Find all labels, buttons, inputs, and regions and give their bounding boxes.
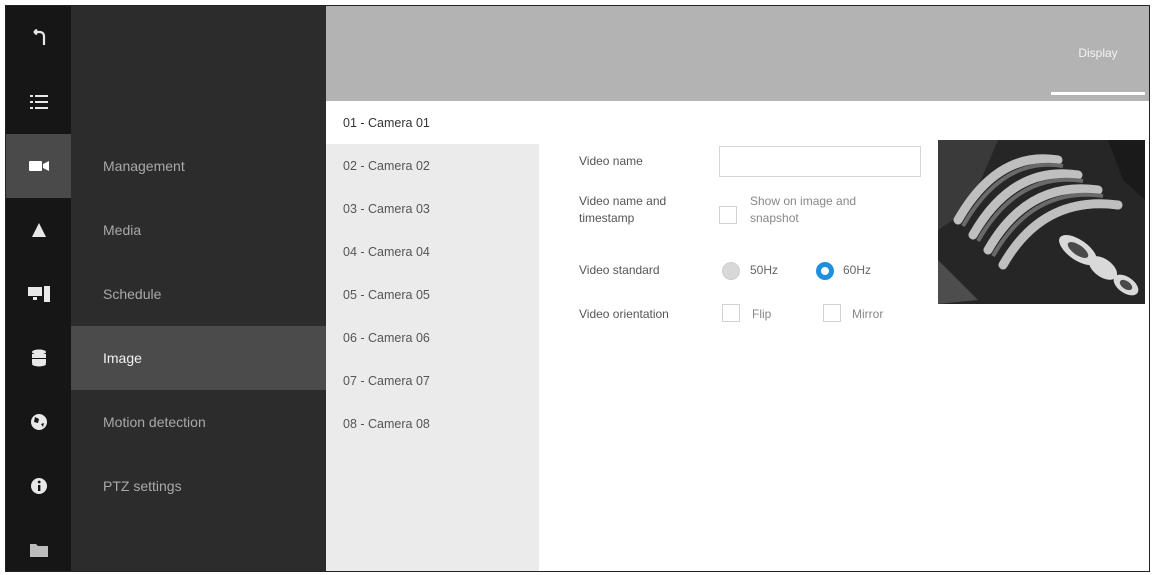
storage-icon [31, 349, 47, 367]
camera-list-item[interactable]: 07 - Camera 07 [326, 359, 539, 402]
network-icon [30, 413, 48, 431]
camera-list-item[interactable]: 05 - Camera 05 [326, 273, 539, 316]
video-name-label: Video name [579, 154, 643, 168]
rail-back[interactable] [6, 6, 71, 70]
video-orientation-label: Video orientation [579, 307, 669, 321]
camera-list: 01 - Camera 01 02 - Camera 02 03 - Camer… [326, 101, 539, 571]
show-timestamp-option-line2: snapshot [750, 211, 799, 225]
show-timestamp-option-line1: Show on image and [750, 194, 857, 208]
camera-list-item[interactable]: 03 - Camera 03 [326, 187, 539, 230]
active-tab-indicator [1051, 92, 1145, 95]
flip-checkbox[interactable] [722, 304, 740, 322]
mirror-checkbox[interactable] [823, 304, 841, 322]
camera-list-item[interactable]: 06 - Camera 06 [326, 316, 539, 359]
timestamp-label-line2: timestamp [579, 211, 635, 225]
timestamp-label: Video name and timestamp [579, 193, 666, 227]
camera-preview-graphic [938, 140, 1145, 304]
camera-list-item[interactable]: 04 - Camera 04 [326, 230, 539, 273]
flip-label: Flip [752, 307, 772, 321]
tab-display[interactable]: Display [1051, 36, 1145, 98]
radio-50hz-label: 50Hz [750, 263, 779, 277]
tab-display-label: Display [1078, 46, 1118, 60]
rail-network[interactable] [6, 390, 71, 454]
camera-preview-image [938, 140, 1145, 304]
video-standard-label: Video standard [579, 263, 660, 277]
settings-menu: Management Media Schedule Image Motion d… [71, 6, 326, 571]
menu-item-management[interactable]: Management [71, 134, 326, 198]
rail-info[interactable] [6, 454, 71, 518]
show-timestamp-option-label: Show on image and snapshot [750, 193, 856, 227]
rail-alarm[interactable] [6, 198, 71, 262]
menu-item-schedule[interactable]: Schedule [71, 262, 326, 326]
top-bar: Display [326, 6, 1149, 101]
folder-icon [29, 543, 48, 557]
video-name-input[interactable] [719, 146, 921, 177]
mirror-label: Mirror [852, 307, 884, 321]
camera-list-item[interactable]: 01 - Camera 01 [326, 101, 539, 144]
radio-50hz[interactable] [722, 262, 740, 280]
radio-60hz[interactable] [816, 262, 834, 280]
radio-60hz-label: 60Hz [843, 263, 872, 277]
rail-storage[interactable] [6, 326, 71, 390]
rail-camera[interactable] [6, 134, 71, 198]
menu-item-ptz-settings[interactable]: PTZ settings [71, 454, 326, 518]
menu-item-media[interactable]: Media [71, 198, 326, 262]
back-icon [31, 29, 47, 47]
camera-icon [28, 160, 49, 172]
show-timestamp-checkbox[interactable] [719, 206, 737, 224]
icon-rail [6, 6, 71, 571]
rail-display[interactable] [6, 262, 71, 326]
display-monitor-icon [27, 286, 50, 302]
rail-folder[interactable] [6, 518, 71, 571]
camera-list-item[interactable]: 08 - Camera 08 [326, 402, 539, 445]
menu-item-motion-detection[interactable]: Motion detection [71, 390, 326, 454]
menu-item-image[interactable]: Image [71, 326, 326, 390]
rail-list[interactable] [6, 70, 71, 134]
timestamp-label-line1: Video name and [579, 194, 667, 208]
camera-list-item[interactable]: 02 - Camera 02 [326, 144, 539, 187]
list-icon [29, 94, 48, 110]
alarm-icon [31, 222, 47, 238]
info-icon [30, 477, 48, 495]
